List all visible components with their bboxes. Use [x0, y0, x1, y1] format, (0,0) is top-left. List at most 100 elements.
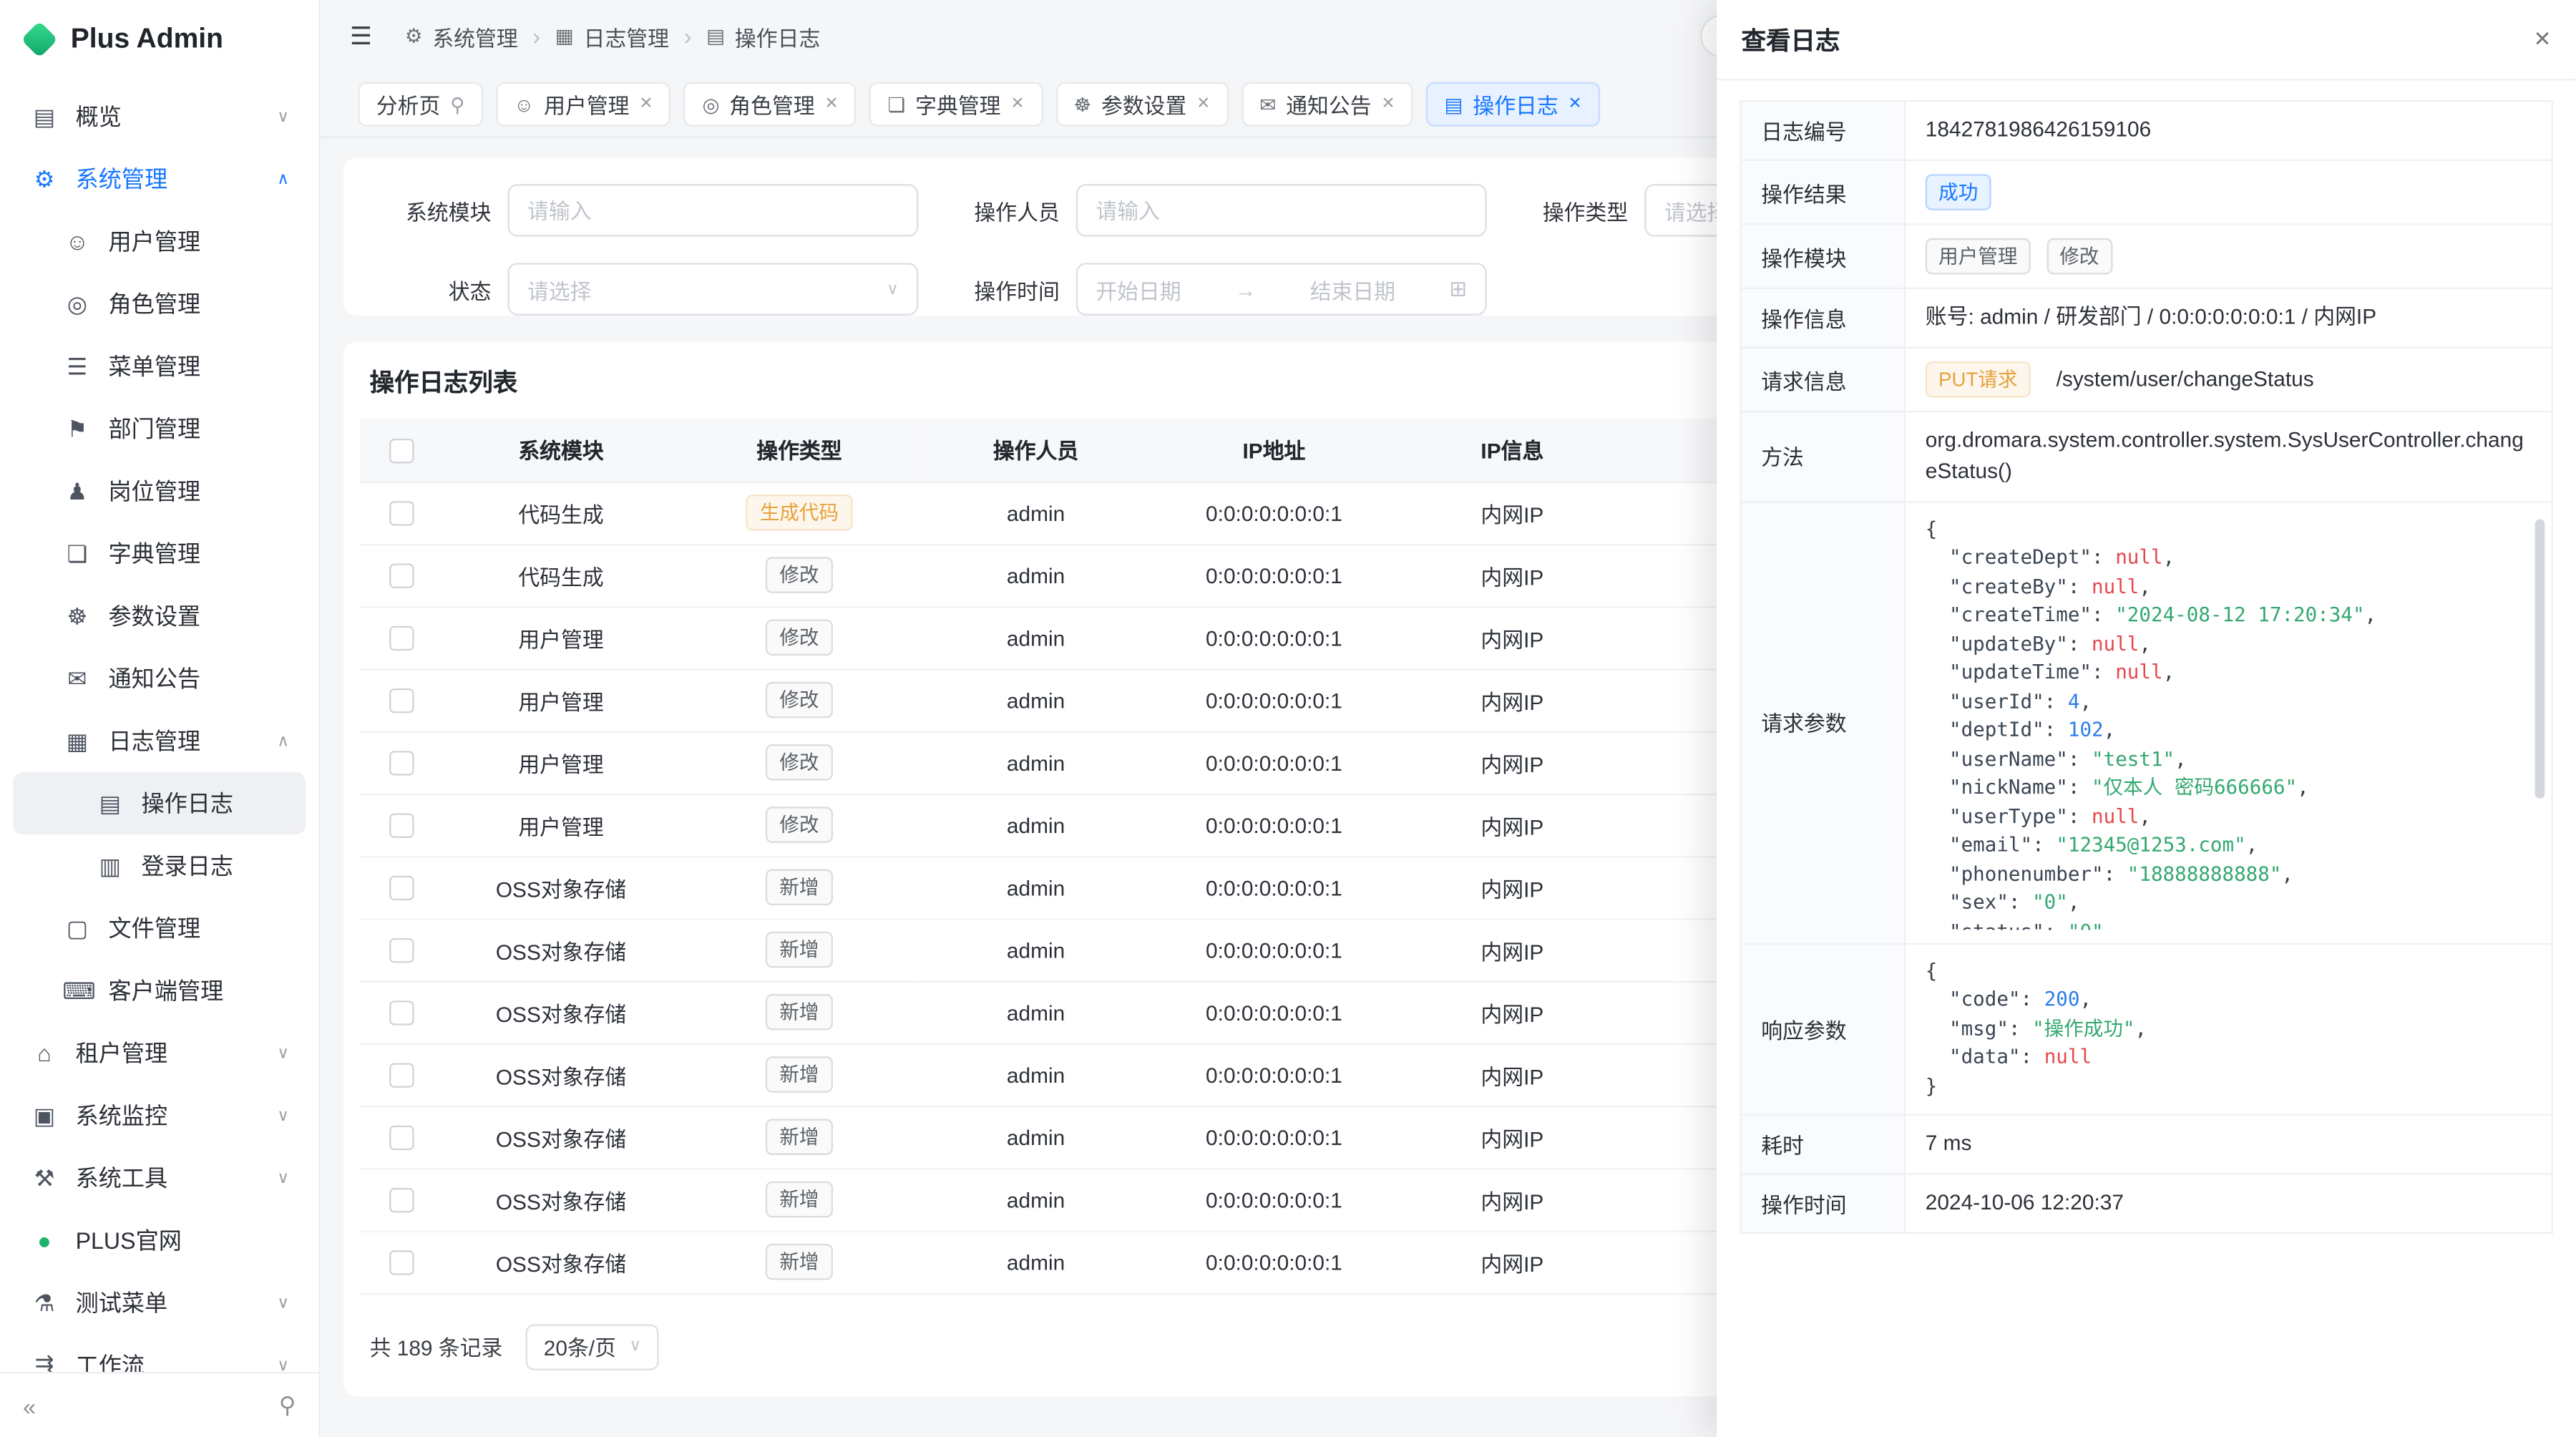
module-input-field[interactable] — [527, 198, 899, 223]
response-params-code: { "code": 200, "msg": "操作成功", "data": nu… — [1926, 958, 2532, 1101]
column-header: 系统模块 — [442, 419, 680, 481]
sidebar-item[interactable]: ▦ 日志管理 ∧ — [13, 710, 306, 772]
tab-label: 字典管理 — [915, 89, 1000, 120]
field-label: 响应参数 — [1741, 943, 1906, 1115]
column-header: IP地址 — [1153, 419, 1395, 481]
close-icon[interactable]: ✕ — [1381, 95, 1395, 113]
cell-ip-info: 内网IP — [1395, 606, 1629, 668]
sidebar-item[interactable]: ⚒ 系统工具 ∨ — [13, 1147, 306, 1209]
row-checkbox[interactable] — [389, 626, 413, 651]
sidebar-item[interactable]: ▤ 操作日志 — [13, 772, 306, 834]
close-icon[interactable]: ✕ — [2533, 26, 2551, 53]
daterange-picker[interactable]: 开始日期 → 结束日期 ⊞ — [1076, 263, 1487, 315]
operator-input-field[interactable] — [1096, 198, 1467, 223]
sidebar-item[interactable]: ❏ 字典管理 — [13, 522, 306, 585]
tab[interactable]: ✉ 通知公告 ✕ — [1241, 82, 1413, 127]
sidebar-item[interactable]: ▢ 文件管理 — [13, 897, 306, 960]
post-icon: ♟ — [62, 477, 92, 505]
close-icon[interactable]: ✕ — [1568, 95, 1582, 113]
sidebar-item-label: 菜单管理 — [109, 350, 201, 383]
module-input[interactable] — [507, 184, 918, 236]
request-params-code[interactable]: { "createDept": null, "createBy": null, … — [1926, 515, 2532, 930]
tenant-icon: ⌂ — [29, 1040, 59, 1066]
sidebar-item[interactable]: ▣ 系统监控 ∨ — [13, 1084, 306, 1146]
breadcrumb-item[interactable]: ▤ 操作日志 — [706, 21, 820, 52]
row-checkbox[interactable] — [389, 814, 413, 838]
cell-module: OSS对象存储 — [442, 1231, 680, 1293]
tab[interactable]: 分析页 ⚲ — [358, 82, 483, 127]
sidebar-item[interactable]: ▥ 登录日志 — [13, 834, 306, 897]
sidebar-item[interactable]: ▤ 概览 ∨ — [13, 85, 306, 147]
cell-module: OSS对象存储 — [442, 856, 680, 918]
row-checkbox[interactable] — [389, 564, 413, 588]
breadcrumb-sep-icon: › — [684, 23, 692, 49]
close-icon[interactable]: ✕ — [1010, 95, 1024, 113]
cell-operator: admin — [918, 482, 1153, 544]
page-size-select[interactable]: 20条/页 ∨ — [526, 1323, 660, 1369]
row-checkbox[interactable] — [389, 1126, 413, 1150]
sidebar-item[interactable]: ✉ 通知公告 — [13, 648, 306, 710]
sidebar-item[interactable]: ⇶ 工作流 ∨ — [13, 1334, 306, 1372]
pin-icon[interactable]: ⚲ — [450, 93, 464, 116]
sidebar-menu: ▤ 概览 ∨ ⚙ 系统管理 ∧ ☺ 用户管理 ◎ — [0, 79, 318, 1372]
field-label: 操作模块 — [1741, 224, 1906, 288]
row-checkbox[interactable] — [389, 1000, 413, 1025]
close-icon[interactable]: ✕ — [639, 95, 653, 113]
row-checkbox[interactable] — [389, 1063, 413, 1088]
sidebar-item[interactable]: ⚑ 部门管理 — [13, 398, 306, 460]
row-checkbox[interactable] — [389, 688, 413, 713]
scrollbar-thumb[interactable] — [2535, 519, 2545, 798]
chevron-down-icon: ∨ — [277, 1044, 289, 1062]
breadcrumb-item[interactable]: ⚙ 系统管理 — [405, 21, 518, 52]
row-checkbox[interactable] — [389, 501, 413, 525]
operator-input[interactable] — [1076, 184, 1487, 236]
tab[interactable]: ☸ 参数设置 ✕ — [1055, 82, 1228, 127]
detail-row: 响应参数 { "code": 200, "msg": "操作成功", "data… — [1741, 943, 2552, 1115]
operation-type-tag: 生成代码 — [746, 495, 852, 531]
detail-row: 耗时 7 ms — [1741, 1115, 2552, 1174]
tab-label: 角色管理 — [729, 89, 814, 120]
row-checkbox[interactable] — [389, 751, 413, 775]
sidebar-item[interactable]: ♟ 岗位管理 — [13, 460, 306, 522]
pin-icon[interactable]: ⚲ — [279, 1392, 296, 1420]
close-icon[interactable]: ✕ — [1196, 95, 1210, 113]
detail-row: 操作信息 账号: admin / 研发部门 / 0:0:0:0:0:0:0:1 … — [1741, 288, 2552, 348]
select-all-checkbox[interactable] — [389, 439, 413, 463]
tab[interactable]: ❏ 字典管理 ✕ — [869, 82, 1042, 127]
row-checkbox[interactable] — [389, 938, 413, 963]
row-checkbox[interactable] — [389, 1188, 413, 1212]
chevron-down-icon: ∨ — [277, 1356, 289, 1372]
sidebar-item[interactable]: ● PLUS官网 — [13, 1209, 306, 1272]
hamburger-icon[interactable]: ☰ — [350, 21, 372, 51]
sidebar-item[interactable]: ◎ 角色管理 — [13, 273, 306, 335]
status-select[interactable]: 请选择 ∨ — [507, 263, 918, 315]
user-icon: ☺ — [62, 228, 92, 255]
log-detail-drawer: 查看日志 ✕ 日志编号 1842781986426159106 操作结果 成功 … — [1717, 0, 2576, 1437]
sidebar-item[interactable]: ⚙ 系统管理 ∧ — [13, 148, 306, 210]
row-checkbox[interactable] — [389, 1250, 413, 1275]
sidebar-item[interactable]: ☰ 菜单管理 — [13, 335, 306, 397]
detail-row: 操作结果 成功 — [1741, 160, 2552, 225]
sidebar-item[interactable]: ⌨ 客户端管理 — [13, 960, 306, 1022]
breadcrumb-item[interactable]: ▦ 日志管理 — [555, 21, 669, 52]
sidebar-item[interactable]: ☺ 用户管理 — [13, 210, 306, 273]
tab[interactable]: ☺ 用户管理 ✕ — [496, 82, 671, 127]
tab[interactable]: ▤ 操作日志 ✕ — [1426, 82, 1600, 127]
status-select-placeholder: 请选择 — [527, 273, 877, 305]
cell-ip-info: 内网IP — [1395, 482, 1629, 544]
sidebar-item[interactable]: ☸ 参数设置 — [13, 585, 306, 647]
field-label: 方法 — [1741, 411, 1906, 502]
chevron-down-icon: ∨ — [277, 1106, 289, 1124]
close-icon[interactable]: ✕ — [825, 95, 839, 113]
oplog-icon: ▤ — [706, 24, 725, 47]
cell-ip-info: 内网IP — [1395, 918, 1629, 980]
tab[interactable]: ◎ 角色管理 ✕ — [684, 82, 857, 127]
row-checkbox[interactable] — [389, 876, 413, 900]
filter-label: 操作类型 — [1500, 195, 1628, 226]
operation-type-tag: 新增 — [766, 1056, 832, 1093]
collapse-icon[interactable]: « — [23, 1393, 36, 1419]
sidebar-item[interactable]: ⌂ 租户管理 ∨ — [13, 1022, 306, 1084]
sidebar-item[interactable]: ⚗ 测试菜单 ∨ — [13, 1272, 306, 1334]
filter-label: 系统模块 — [363, 195, 491, 226]
sidebar-item-label: 日志管理 — [109, 724, 201, 757]
